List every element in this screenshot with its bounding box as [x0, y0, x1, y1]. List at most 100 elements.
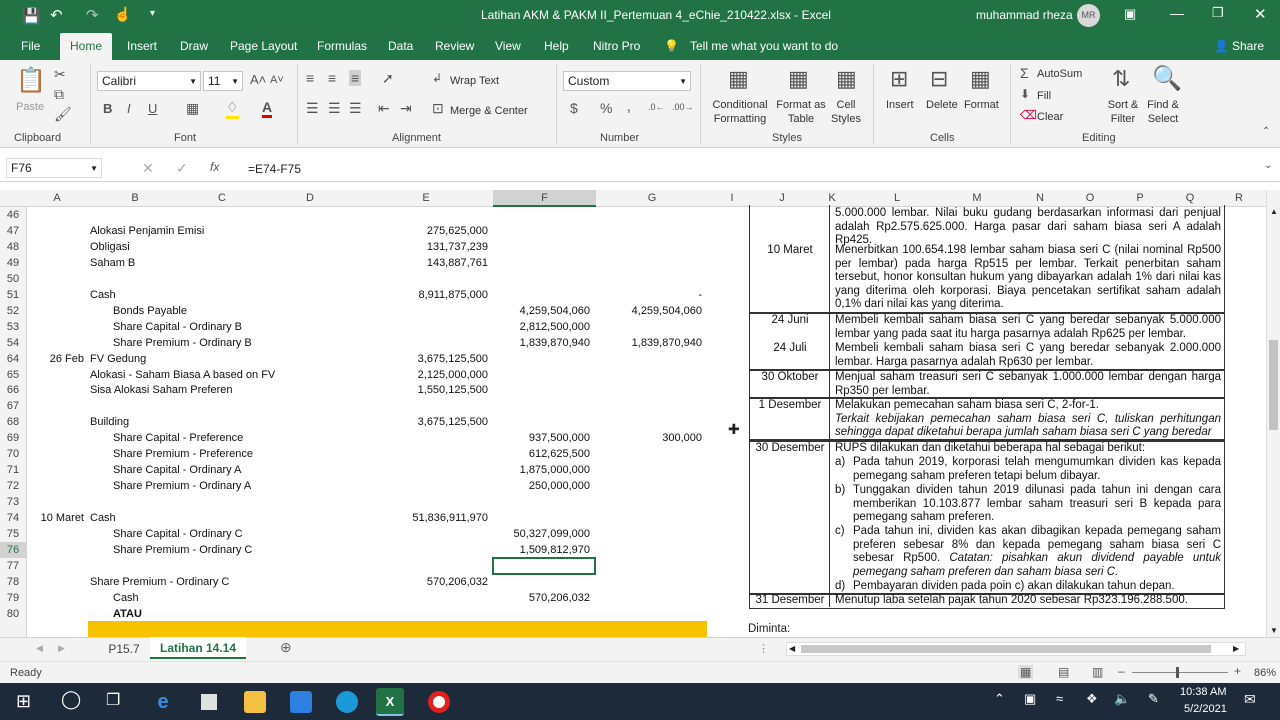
- col-r[interactable]: R: [1212, 192, 1266, 204]
- edge-legacy-icon[interactable]: e: [152, 691, 174, 713]
- sort-filter-button[interactable]: Sort & Filter: [1102, 98, 1144, 126]
- paste-button[interactable]: Paste: [16, 100, 44, 114]
- col-p[interactable]: P: [1112, 192, 1168, 204]
- cell-e[interactable]: [360, 207, 488, 223]
- cell-b[interactable]: Share Premium - Ordinary C: [90, 574, 350, 590]
- cell-f[interactable]: [494, 494, 590, 510]
- autosum-icon[interactable]: Σ: [1020, 65, 1029, 81]
- cell-g[interactable]: [597, 382, 702, 398]
- col-m[interactable]: M: [942, 192, 1012, 204]
- font-color-icon[interactable]: A: [262, 99, 273, 118]
- touch-mode-icon[interactable]: ☝: [114, 6, 131, 23]
- task-view-icon[interactable]: ❐: [106, 690, 120, 710]
- scroll-right-icon[interactable]: ▶: [1233, 644, 1239, 653]
- row-number[interactable]: 69: [0, 430, 26, 446]
- vertical-scrollbar[interactable]: ▲ ▼: [1266, 190, 1280, 637]
- formula-input[interactable]: =E74-F75: [248, 162, 301, 176]
- cell-e[interactable]: [360, 478, 488, 494]
- italic-icon[interactable]: I: [127, 101, 131, 116]
- cell-styles-icon[interactable]: ▦: [836, 66, 857, 92]
- cell-a[interactable]: [28, 478, 84, 494]
- zoom-thumb[interactable]: [1176, 667, 1179, 678]
- align-top-icon[interactable]: ≡: [306, 70, 314, 86]
- font-size-combo[interactable]: 11 ▼: [203, 71, 243, 91]
- cell-a[interactable]: [28, 255, 84, 271]
- cell-a[interactable]: [28, 446, 84, 462]
- cell-b[interactable]: Share Capital - Ordinary B: [113, 319, 373, 335]
- sheet-tab-latihan-14-14[interactable]: Latihan 14.14: [150, 637, 247, 659]
- save-icon[interactable]: 💾: [22, 7, 41, 25]
- cell-f[interactable]: [494, 606, 590, 622]
- col-n[interactable]: N: [1012, 192, 1068, 204]
- cell-g[interactable]: [597, 271, 702, 287]
- cell-a[interactable]: [28, 382, 84, 398]
- cell-g[interactable]: [597, 414, 702, 430]
- cell-f[interactable]: 1,875,000,000: [494, 462, 590, 478]
- cell-b[interactable]: [90, 271, 350, 287]
- excel-icon[interactable]: X: [376, 688, 404, 716]
- mail-icon[interactable]: [290, 691, 312, 713]
- tab-nitro-pro[interactable]: Nitro Pro: [593, 39, 640, 53]
- col-d[interactable]: D: [261, 192, 359, 204]
- increase-decimal-icon[interactable]: .0←: [648, 102, 665, 112]
- cell-b[interactable]: [90, 558, 350, 574]
- col-l[interactable]: L: [852, 192, 942, 204]
- cell-b[interactable]: ATAU: [113, 606, 373, 622]
- cell-a[interactable]: [28, 430, 84, 446]
- cell-e[interactable]: [360, 462, 488, 478]
- cell-a[interactable]: [28, 207, 84, 223]
- cell-g[interactable]: [597, 574, 702, 590]
- scroll-up-icon[interactable]: ▲: [1270, 207, 1278, 216]
- tab-review[interactable]: Review: [435, 39, 474, 53]
- merge-center-button[interactable]: Merge & Center: [450, 104, 528, 118]
- tab-insert[interactable]: Insert: [127, 39, 157, 53]
- row-number[interactable]: 77: [0, 558, 26, 574]
- row-number[interactable]: 70: [0, 446, 26, 462]
- cell-a[interactable]: [28, 398, 84, 414]
- cell-g[interactable]: 4,259,504,060: [597, 303, 702, 319]
- cell-g[interactable]: [597, 239, 702, 255]
- cell-b[interactable]: Building: [90, 414, 350, 430]
- col-o[interactable]: O: [1068, 192, 1112, 204]
- insert-cells-button[interactable]: Insert: [886, 98, 914, 112]
- cell-b[interactable]: Alokasi - Saham Biasa A based on FV: [90, 367, 350, 383]
- minimize-icon[interactable]: —: [1170, 5, 1184, 21]
- cell-f[interactable]: 1,839,870,940: [494, 335, 590, 351]
- cell-g[interactable]: [597, 558, 702, 574]
- sheet-tab-p15-7[interactable]: P15.7: [100, 642, 148, 656]
- cell-b[interactable]: Alokasi Penjamin Emisi: [90, 223, 350, 239]
- row-number[interactable]: 79: [0, 590, 26, 606]
- clear-button[interactable]: Clear: [1037, 110, 1063, 124]
- search-icon[interactable]: ◯: [61, 689, 81, 710]
- zoom-slider[interactable]: [1132, 672, 1228, 673]
- share-button[interactable]: Share: [1232, 39, 1264, 53]
- undo-icon[interactable]: ↶: [50, 6, 63, 24]
- cell-e[interactable]: [360, 271, 488, 287]
- row-number[interactable]: 73: [0, 494, 26, 510]
- row-number[interactable]: 47: [0, 223, 26, 239]
- insert-cells-icon[interactable]: ⊞: [890, 66, 908, 92]
- tab-help[interactable]: Help: [544, 39, 569, 53]
- cell-g[interactable]: [597, 542, 702, 558]
- autosum-button[interactable]: AutoSum: [1037, 67, 1082, 81]
- col-i[interactable]: I: [712, 192, 752, 204]
- col-g[interactable]: G: [596, 192, 708, 204]
- cell-a[interactable]: [28, 558, 84, 574]
- meet-now-icon[interactable]: ▣: [1024, 691, 1036, 707]
- row-number[interactable]: 49: [0, 255, 26, 271]
- format-as-table-icon[interactable]: ▦: [788, 66, 809, 92]
- row-number[interactable]: 67: [0, 398, 26, 414]
- col-b[interactable]: B: [87, 192, 183, 204]
- orientation-icon[interactable]: ➚: [382, 70, 394, 87]
- restore-icon[interactable]: ❐: [1212, 5, 1224, 21]
- cell-e[interactable]: [360, 558, 488, 574]
- cell-g[interactable]: [597, 462, 702, 478]
- cell-f[interactable]: [494, 351, 590, 367]
- tell-me-search[interactable]: Tell me what you want to do: [690, 39, 838, 53]
- cell-g[interactable]: 300,000: [597, 430, 702, 446]
- cell-a[interactable]: [28, 367, 84, 383]
- row-number[interactable]: 68: [0, 414, 26, 430]
- tab-draw[interactable]: Draw: [180, 39, 208, 53]
- cell-e[interactable]: [360, 398, 488, 414]
- cell-f[interactable]: [494, 271, 590, 287]
